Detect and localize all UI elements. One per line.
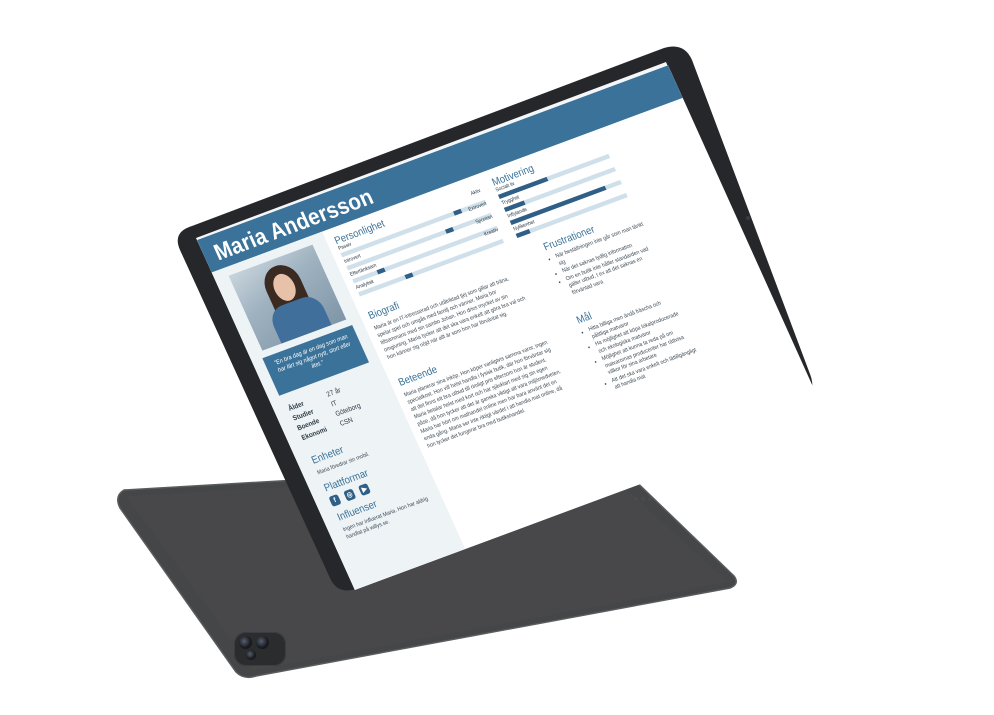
slider-marker — [444, 227, 455, 234]
slider-marker — [376, 267, 386, 275]
behavior-text: Maria planerar sina inköp. Hon köper van… — [403, 339, 564, 450]
slider-marker — [404, 272, 414, 280]
slider-right-label: Aktiv — [469, 188, 482, 197]
youtube-icon[interactable]: ▶ — [357, 482, 372, 497]
stage: Maria Andersson "En bra dag är en dag so… — [0, 0, 994, 715]
goals-list: Hitta billiga men ändå fräscha och pålit… — [581, 294, 705, 395]
facebook-icon[interactable]: f — [328, 493, 342, 507]
instagram-icon[interactable]: ◎ — [343, 488, 357, 502]
influencers-text: Ingen har influerat Maria. Hon har aldri… — [342, 495, 430, 541]
slider-marker — [453, 208, 463, 216]
motivation-bars: Socialt liv Trygghet Inflytande Nyfikenhet — [495, 147, 629, 240]
goals-title: Mål — [574, 309, 594, 327]
